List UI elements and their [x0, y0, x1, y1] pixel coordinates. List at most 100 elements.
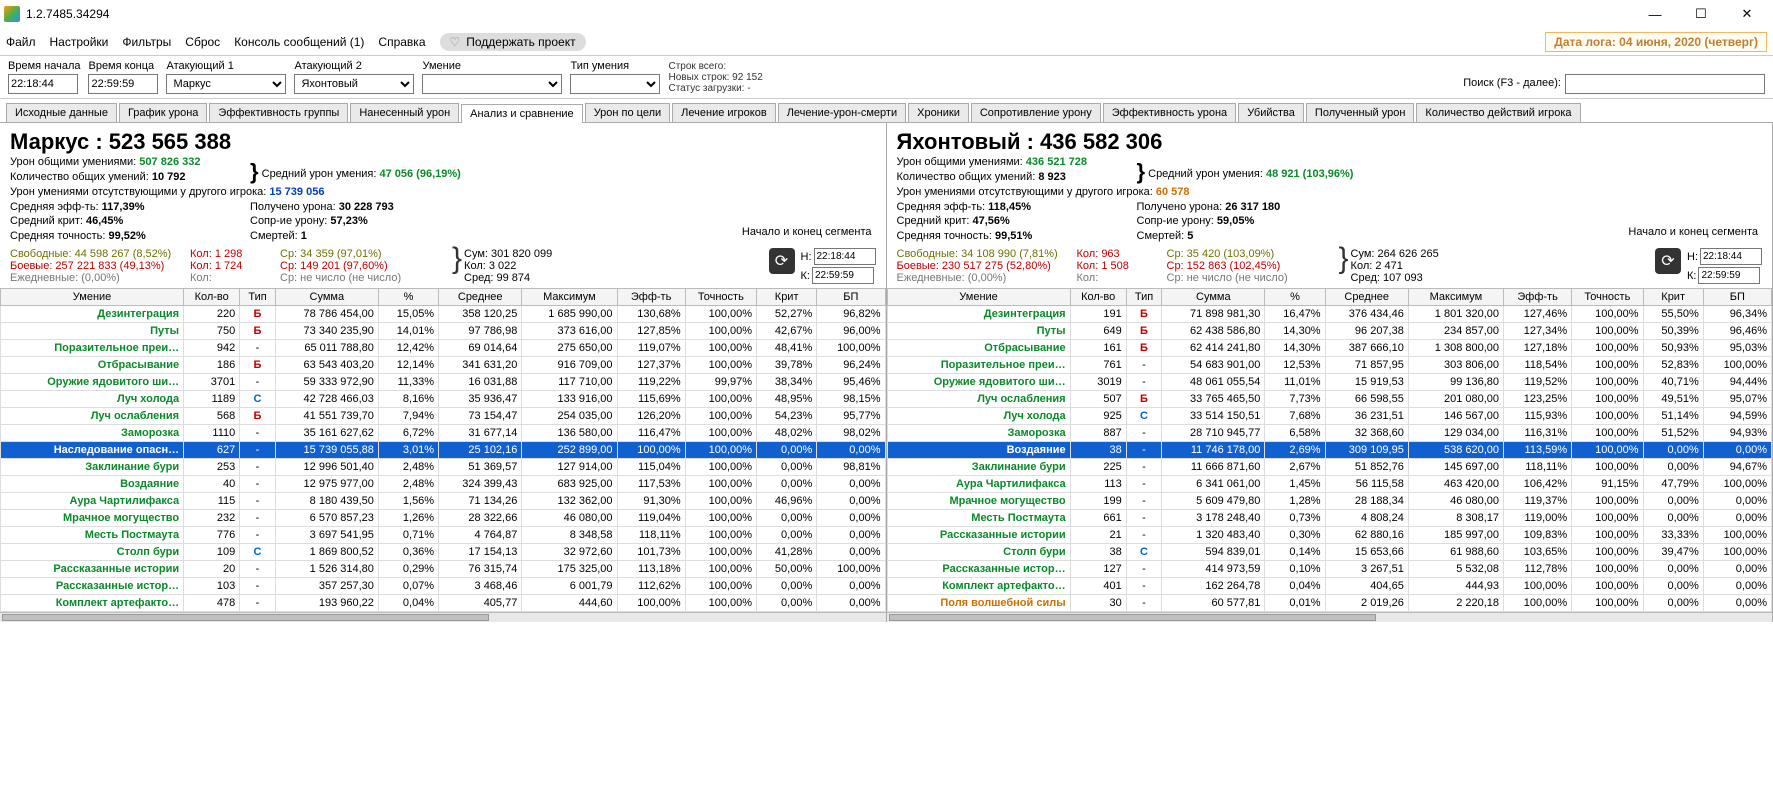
- col-header[interactable]: Крит: [1643, 289, 1703, 306]
- table-row[interactable]: Комплект артефакто…478-193 960,220,04%40…: [1, 595, 886, 612]
- table-row[interactable]: Месть Постмаута661-3 178 248,400,73%4 80…: [887, 510, 1772, 527]
- table-row[interactable]: Путы649Б62 438 586,8014,30%96 207,38234 …: [887, 323, 1772, 340]
- tab-13[interactable]: Количество действий игрока: [1416, 103, 1580, 122]
- col-header[interactable]: БП: [817, 289, 885, 306]
- menu-settings[interactable]: Настройки: [50, 35, 109, 49]
- menu-reset[interactable]: Сброс: [185, 35, 220, 49]
- tab-12[interactable]: Полученный урон: [1306, 103, 1415, 122]
- table-row[interactable]: Рассказанные истории20-1 526 314,800,29%…: [1, 561, 886, 578]
- skilltype-select[interactable]: [570, 74, 660, 94]
- h-scrollbar[interactable]: [0, 612, 886, 622]
- table-row[interactable]: Воздаяние38-11 746 178,002,69%309 109,95…: [887, 442, 1772, 459]
- end-time-input[interactable]: [88, 74, 158, 94]
- col-header[interactable]: Среднее: [439, 289, 522, 306]
- table-row[interactable]: Аура Чартилифакса115-8 180 439,501,56%71…: [1, 493, 886, 510]
- table-row[interactable]: Мрачное могущество199-5 609 479,801,28%2…: [887, 493, 1772, 510]
- table-row[interactable]: Путы750Б73 340 235,9014,01%97 786,98373 …: [1, 323, 886, 340]
- maximize-button[interactable]: ☐: [1679, 2, 1723, 26]
- table-row[interactable]: Поразительное преи…942-65 011 788,8012,4…: [1, 340, 886, 357]
- col-header[interactable]: Эфф-ть: [617, 289, 685, 306]
- col-header[interactable]: Тип: [1126, 289, 1162, 306]
- menu-filters[interactable]: Фильтры: [122, 35, 171, 49]
- col-header[interactable]: Сумма: [1162, 289, 1265, 306]
- menu-console[interactable]: Консоль сообщений (1): [234, 35, 364, 49]
- panel-left: Маркус : 523 565 388Урон общими умениями…: [0, 123, 887, 622]
- col-header[interactable]: Эфф-ть: [1504, 289, 1572, 306]
- col-header[interactable]: Максимум: [1408, 289, 1503, 306]
- col-header[interactable]: Умение: [1, 289, 184, 306]
- seg-start-input[interactable]: [1700, 248, 1762, 265]
- load-stats: Строк всего:Новых строк: 92 152Статус за…: [668, 61, 762, 94]
- table-row[interactable]: Луч ослабления568Б41 551 739,707,94%73 1…: [1, 408, 886, 425]
- col-header[interactable]: Кол-во: [1070, 289, 1126, 306]
- attacker1-select[interactable]: Маркус: [166, 74, 286, 94]
- table-row[interactable]: Столп бури109С1 869 800,520,36%17 154,13…: [1, 544, 886, 561]
- tab-3[interactable]: Нанесенный урон: [350, 103, 459, 122]
- table-row[interactable]: Столп бури38С594 839,010,14%15 653,6661 …: [887, 544, 1772, 561]
- seg-end-input[interactable]: [1698, 267, 1760, 284]
- menu-file[interactable]: Файл: [6, 35, 36, 49]
- tab-6[interactable]: Лечение игроков: [672, 103, 776, 122]
- tab-5[interactable]: Урон по цели: [585, 103, 670, 122]
- table-row[interactable]: Дезинтеграция191Б71 898 981,3016,47%376 …: [887, 306, 1772, 323]
- table-row[interactable]: Заклинание бури253-12 996 501,402,48%51 …: [1, 459, 886, 476]
- tab-9[interactable]: Сопротивление урону: [971, 103, 1101, 122]
- table-row[interactable]: Заморозка1110-35 161 627,626,72%31 677,1…: [1, 425, 886, 442]
- col-header[interactable]: %: [1265, 289, 1325, 306]
- table-row[interactable]: Заморозка887-28 710 945,776,58%32 368,60…: [887, 425, 1772, 442]
- table-row[interactable]: Месть Постмаута776-3 697 541,950,71%4 76…: [1, 527, 886, 544]
- col-header[interactable]: Тип: [240, 289, 276, 306]
- attacker2-select[interactable]: Яхонтовый: [294, 74, 414, 94]
- support-button[interactable]: ♡Поддержать проект: [440, 33, 586, 51]
- table-row[interactable]: Аура Чартилифакса113-6 341 061,001,45%56…: [887, 476, 1772, 493]
- table-row[interactable]: Отбрасывание186Б63 543 403,2012,14%341 6…: [1, 357, 886, 374]
- table-row[interactable]: Рассказанные истор…127-414 973,590,10%3 …: [887, 561, 1772, 578]
- col-header[interactable]: Точность: [1572, 289, 1643, 306]
- col-header[interactable]: Кол-во: [184, 289, 240, 306]
- tab-0[interactable]: Исходные данные: [6, 103, 117, 122]
- seg-start-input[interactable]: [814, 248, 876, 265]
- table-row[interactable]: Комплект артефакто…401-162 264,780,04%40…: [887, 578, 1772, 595]
- table-row[interactable]: Поразительное преи…761-54 683 901,0012,5…: [887, 357, 1772, 374]
- minimize-button[interactable]: —: [1633, 2, 1677, 26]
- seg-end-input[interactable]: [812, 267, 874, 284]
- tab-8[interactable]: Хроники: [908, 103, 969, 122]
- table-row[interactable]: Луч холода925С33 514 150,517,68%36 231,5…: [887, 408, 1772, 425]
- h-scrollbar[interactable]: [887, 612, 1773, 622]
- skill-select[interactable]: [422, 74, 562, 94]
- table-row[interactable]: Воздаяние40-12 975 977,002,48%324 399,43…: [1, 476, 886, 493]
- table-row[interactable]: Наследование опасн…627-15 739 055,883,01…: [1, 442, 886, 459]
- col-header[interactable]: Максимум: [522, 289, 617, 306]
- support-label: Поддержать проект: [466, 35, 575, 49]
- close-button[interactable]: ✕: [1725, 2, 1769, 26]
- table-row[interactable]: Мрачное могущество232-6 570 857,231,26%2…: [1, 510, 886, 527]
- table-row[interactable]: Отбрасывание161Б62 414 241,8014,30%387 6…: [887, 340, 1772, 357]
- col-header[interactable]: Сумма: [275, 289, 378, 306]
- table-row[interactable]: Рассказанные истории21-1 320 483,400,30%…: [887, 527, 1772, 544]
- tab-2[interactable]: Эффективность группы: [209, 103, 348, 122]
- tab-10[interactable]: Эффективность урона: [1103, 103, 1236, 122]
- search-input[interactable]: [1565, 74, 1765, 94]
- table-row[interactable]: Рассказанные истор…103-357 257,300,07%3 …: [1, 578, 886, 595]
- tab-4[interactable]: Анализ и сравнение: [461, 104, 583, 123]
- menu-help[interactable]: Справка: [378, 35, 425, 49]
- refresh-button[interactable]: ⟳: [769, 248, 795, 274]
- col-header[interactable]: БП: [1703, 289, 1771, 306]
- table-row[interactable]: Дезинтеграция220Б78 786 454,0015,05%358 …: [1, 306, 886, 323]
- table-row[interactable]: Поля волшебной силы30-60 577,810,01%2 01…: [887, 595, 1772, 612]
- col-header[interactable]: Точность: [685, 289, 756, 306]
- table-row[interactable]: Оружие ядовитого ши…3019-48 061 055,5411…: [887, 374, 1772, 391]
- table-row[interactable]: Заклинание бури225-11 666 871,602,67%51 …: [887, 459, 1772, 476]
- col-header[interactable]: Крит: [757, 289, 817, 306]
- table-row[interactable]: Луч ослабления507Б33 765 465,507,73%66 5…: [887, 391, 1772, 408]
- tab-11[interactable]: Убийства: [1238, 103, 1304, 122]
- refresh-button[interactable]: ⟳: [1655, 248, 1681, 274]
- col-header[interactable]: Среднее: [1325, 289, 1408, 306]
- table-row[interactable]: Оружие ядовитого ши…3701-59 333 972,9011…: [1, 374, 886, 391]
- col-header[interactable]: %: [378, 289, 438, 306]
- col-header[interactable]: Умение: [887, 289, 1070, 306]
- start-time-input[interactable]: [8, 74, 78, 94]
- tab-1[interactable]: График урона: [119, 103, 207, 122]
- table-row[interactable]: Луч холода1189С42 728 466,038,16%35 936,…: [1, 391, 886, 408]
- tab-7[interactable]: Лечение-урон-смерти: [778, 103, 906, 122]
